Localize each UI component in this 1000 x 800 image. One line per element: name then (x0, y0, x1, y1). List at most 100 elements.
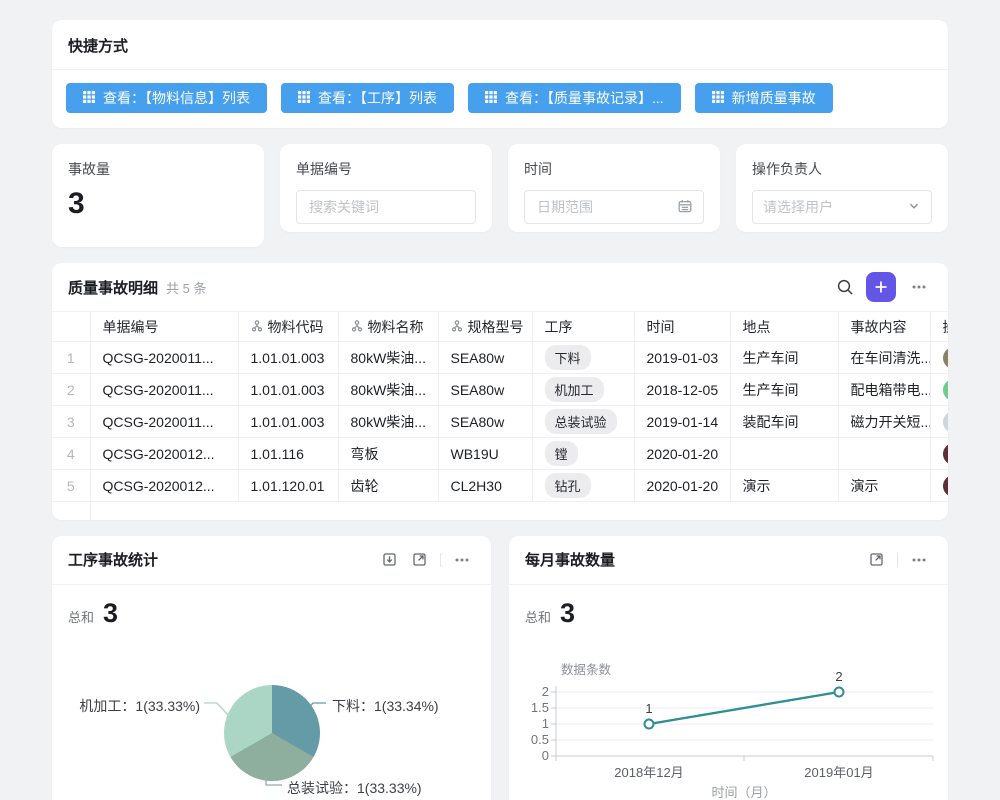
header-process[interactable]: 工序 (532, 312, 634, 342)
time-filter-label: 时间 (524, 159, 704, 179)
header-material-name[interactable]: 物料名称 (338, 312, 438, 342)
grid-icon (83, 90, 95, 106)
doc-no-search-input[interactable] (296, 190, 476, 224)
cell-num: 1 (52, 342, 90, 374)
date-range-input[interactable] (524, 190, 704, 224)
more-options-button[interactable] (904, 272, 934, 302)
cell-doc: QCSG-2020012... (90, 438, 238, 470)
avatar (943, 443, 949, 465)
table-row[interactable]: 5QCSG-2020012...1.01.120.01齿轮CL2H30钻孔202… (52, 470, 948, 502)
header-content[interactable]: 事故内容 (838, 312, 930, 342)
pie-label-assembly-test: 总装试验：1(33.33%) (287, 778, 422, 798)
y-tick: 2 (542, 684, 549, 699)
cell-date: 2019-01-14 (634, 406, 730, 438)
cell-num: 3 (52, 406, 90, 438)
dashboard-page: 快捷方式 查看：【物料信息】列表 查看：【工序】列表 查看：【质量事故记录】..… (0, 0, 1000, 800)
cell-num: 2 (52, 374, 90, 406)
process-tag: 镗 (545, 441, 578, 466)
shortcut-view-process-list-button[interactable]: 查看：【工序】列表 (281, 83, 454, 113)
expand-icon[interactable] (404, 545, 434, 575)
cell-content (838, 438, 930, 470)
empty-cell (838, 502, 930, 520)
cell-name: 80kW柴油... (338, 342, 438, 374)
header-place[interactable]: 地点 (730, 312, 838, 342)
cell-code: 1.01.116 (238, 438, 338, 470)
keyword-input[interactable] (307, 198, 465, 216)
shortcuts-title: 快捷方式 (52, 20, 948, 70)
pie-chart (224, 685, 320, 781)
shortcut-view-accident-records-button[interactable]: 查看：【质量事故记录】... (468, 83, 681, 113)
process-tag: 钻孔 (545, 473, 591, 498)
operator-select-placeholder: 请选择用户 (763, 197, 833, 217)
operator-select[interactable]: 请选择用户 (752, 190, 932, 224)
cell-num: 5 (52, 470, 90, 502)
table-scroll-area[interactable]: 单据编号 物料代码 物料名称 规格型号 工序 时间 地点 事故内容 操作负责人 … (52, 311, 948, 520)
cell-spec: SEA80w (438, 342, 532, 374)
process-tag: 总装试验 (545, 409, 617, 434)
grid-icon (712, 90, 724, 106)
cell-spec: SEA80w (438, 406, 532, 438)
cell-avatar (930, 342, 948, 374)
empty-cell (238, 502, 338, 520)
add-record-button[interactable] (866, 272, 896, 302)
operator-filter-card: 操作负责人 请选择用户 (736, 144, 948, 232)
cell-content: 磁力开关短... (838, 406, 930, 438)
cell-process: 机加工 (532, 374, 634, 406)
accident-detail-card: 质量事故明细 共 5 条 单据编号 物料代码 物料名称 (52, 263, 948, 520)
pie-label-blanking: 下料：1(33.34%) (332, 696, 439, 716)
cell-doc: QCSG-2020011... (90, 406, 238, 438)
header-operator[interactable]: 操作负责人 (930, 312, 948, 342)
avatar (943, 411, 949, 433)
line-chart: 数据条数 2 1.5 1 0.5 0 (509, 536, 948, 800)
shortcut-view-material-list-button[interactable]: 查看：【物料信息】列表 (66, 83, 267, 113)
doc-no-filter-label: 单据编号 (296, 159, 476, 179)
empty-cell (730, 502, 838, 520)
empty-cell (634, 502, 730, 520)
pie-total-label: 总和 (68, 607, 94, 626)
shortcut-label: 查看：【工序】列表 (318, 88, 437, 108)
header-doc-no[interactable]: 单据编号 (90, 312, 238, 342)
process-stats-card: 工序事故统计 总和 3 机加工：1(33.33%) 下料：1(33.3 (52, 536, 491, 800)
shortcut-label: 新增质量事故 (732, 88, 816, 108)
shortcut-add-accident-button[interactable]: 新增质量事故 (695, 83, 833, 113)
shortcut-label: 查看：【物料信息】列表 (103, 88, 250, 108)
cell-spec: CL2H30 (438, 470, 532, 502)
header-row-number (52, 312, 90, 342)
y-axis-series-label: 数据条数 (561, 662, 612, 677)
y-tick: 1.5 (531, 700, 549, 715)
cell-process: 总装试验 (532, 406, 634, 438)
date-range-field[interactable] (535, 198, 677, 216)
more-options-button[interactable] (447, 545, 477, 575)
cell-place: 生产车间 (730, 374, 838, 406)
table-header-row: 单据编号 物料代码 物料名称 规格型号 工序 时间 地点 事故内容 操作负责人 (52, 312, 948, 342)
cell-doc: QCSG-2020011... (90, 342, 238, 374)
cell-avatar (930, 470, 948, 502)
empty-cell (338, 502, 438, 520)
pie-total-value: 3 (103, 600, 118, 627)
data-point-jan2019[interactable] (835, 687, 844, 696)
header-time[interactable]: 时间 (634, 312, 730, 342)
cell-code: 1.01.01.003 (238, 342, 338, 374)
table-row[interactable]: 4QCSG-2020012...1.01.116弯板WB19U镗2020-01-… (52, 438, 948, 470)
table-row[interactable]: 1QCSG-2020011...1.01.01.00380kW柴油...SEA8… (52, 342, 948, 374)
search-button[interactable] (830, 272, 860, 302)
data-point-dec2018[interactable] (645, 719, 654, 728)
relation-icon (251, 319, 263, 335)
header-material-code[interactable]: 物料代码 (238, 312, 338, 342)
x-tick: 2018年12月 (614, 765, 683, 780)
header-spec-model[interactable]: 规格型号 (438, 312, 532, 342)
table-title: 质量事故明细 (68, 277, 158, 298)
download-icon[interactable] (374, 545, 404, 575)
data-label: 1 (645, 701, 652, 716)
cell-spec: WB19U (438, 438, 532, 470)
table-row[interactable]: 3QCSG-2020011...1.01.01.00380kW柴油...SEA8… (52, 406, 948, 438)
cell-place (730, 438, 838, 470)
avatar (943, 347, 949, 369)
table-row[interactable]: 2QCSG-2020011...1.01.01.00380kW柴油...SEA8… (52, 374, 948, 406)
cell-date: 2020-01-20 (634, 438, 730, 470)
grid-icon (298, 90, 310, 106)
empty-row (52, 502, 948, 520)
cell-avatar (930, 406, 948, 438)
cell-content: 配电箱带电... (838, 374, 930, 406)
data-label: 2 (835, 669, 842, 684)
